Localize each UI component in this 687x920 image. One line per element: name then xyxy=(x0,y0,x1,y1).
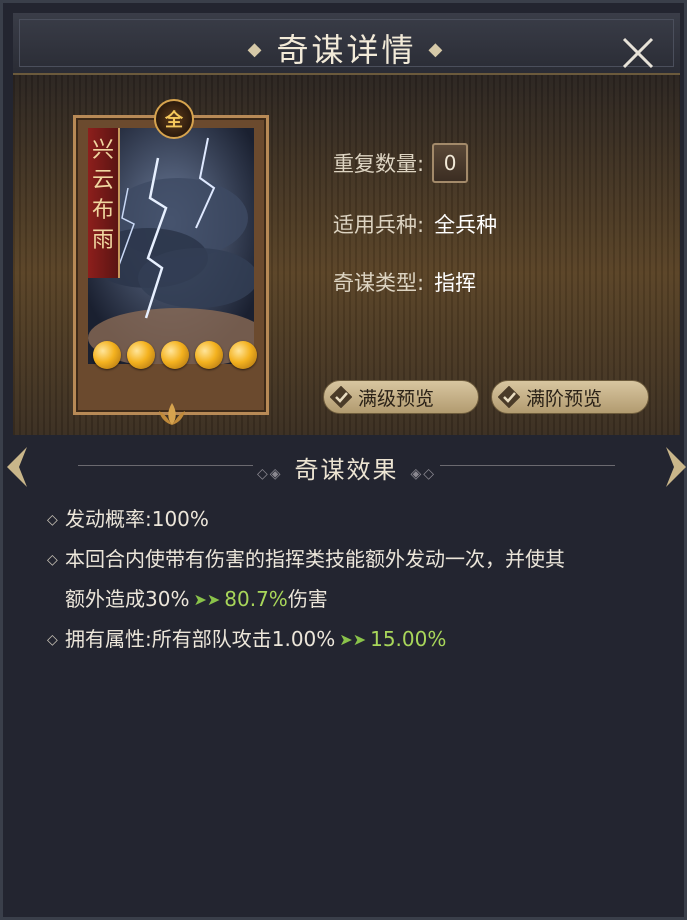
lotus-ornament-icon xyxy=(159,403,185,425)
repeat-count-row: 重复数量: 0 xyxy=(333,143,469,183)
title-ornament-left: ◆ xyxy=(247,39,265,60)
ornament-left-icon: ◇◈ xyxy=(256,466,283,482)
strategy-type-value: 指挥 xyxy=(434,271,477,295)
tier-badge: 全 xyxy=(154,99,194,139)
max-rank-preview-label: 满阶预览 xyxy=(526,387,603,410)
upgrade-arrow-icon: ➤➤ xyxy=(339,630,367,649)
card-name-char: 雨 xyxy=(91,228,114,253)
star-icon xyxy=(195,341,223,369)
page-title: ◆ 奇谋详情 ◆ xyxy=(247,31,446,69)
max-level-preview-label: 满级预览 xyxy=(358,387,435,410)
star-rating xyxy=(93,341,263,373)
checkmark-icon xyxy=(330,386,352,408)
card-art: 兴 云 布 雨 xyxy=(88,128,254,364)
prev-arrow-icon[interactable] xyxy=(3,443,29,491)
star-icon xyxy=(161,341,189,369)
bullet-icon: ◇ xyxy=(47,552,58,568)
strategy-type-row: 奇谋类型: 指挥 xyxy=(333,267,476,297)
effects-section-header: ◇◈ 奇谋效果 ◈◇ xyxy=(23,448,670,484)
checkmark-icon xyxy=(498,386,520,408)
star-icon xyxy=(127,341,155,369)
troop-type-row: 适用兵种: 全兵种 xyxy=(333,209,497,239)
upgrade-arrow-icon: ➤➤ xyxy=(193,590,221,609)
card-name-char: 兴 xyxy=(91,138,114,163)
details-panel: ◆ 奇谋详情 ◆ 兴 云 布 雨 全 重复数量: 0 适用兵种: 全兵种 奇谋类… xyxy=(0,0,687,920)
effect-description: ◇ 本回合内使带有伤害的指挥类技能额外发动一次，并使其 xyxy=(47,540,565,579)
bullet-icon: ◇ xyxy=(47,632,58,648)
next-arrow-icon[interactable] xyxy=(664,443,687,491)
upgrade-damage-value: 80.7% xyxy=(224,587,288,611)
effects-section-title: ◇◈ 奇谋效果 ◈◇ xyxy=(256,456,437,484)
card-name-char: 布 xyxy=(91,198,114,223)
card-name-ribbon: 兴 云 布 雨 xyxy=(88,128,120,278)
effect-chance: ◇ 发动概率:100% xyxy=(47,500,209,539)
troop-type-label: 适用兵种: xyxy=(333,213,425,237)
star-icon xyxy=(93,341,121,369)
repeat-count-label: 重复数量: xyxy=(333,152,425,176)
ornament-right-icon: ◈◇ xyxy=(410,466,437,482)
title-bar: ◆ 奇谋详情 ◆ xyxy=(13,13,680,75)
card-name-char: 云 xyxy=(91,168,114,193)
max-rank-preview-button[interactable]: 满阶预览 xyxy=(491,380,649,414)
effect-attribute: ◇ 拥有属性:所有部队攻击1.00% ➤➤ 15.00% xyxy=(47,620,446,659)
close-icon xyxy=(622,37,654,69)
repeat-count-value: 0 xyxy=(432,143,469,183)
bullet-icon: ◇ xyxy=(47,512,58,528)
upgrade-attribute-value: 15.00% xyxy=(370,627,447,651)
star-icon xyxy=(229,341,257,369)
troop-type-value: 全兵种 xyxy=(434,213,498,237)
strategy-type-label: 奇谋类型: xyxy=(333,271,425,295)
close-button[interactable] xyxy=(618,33,658,73)
max-level-preview-button[interactable]: 满级预览 xyxy=(323,380,479,414)
title-ornament-right: ◆ xyxy=(428,39,446,60)
effect-description-cont: 额外造成30% ➤➤ 80.7%伤害 xyxy=(65,587,328,611)
